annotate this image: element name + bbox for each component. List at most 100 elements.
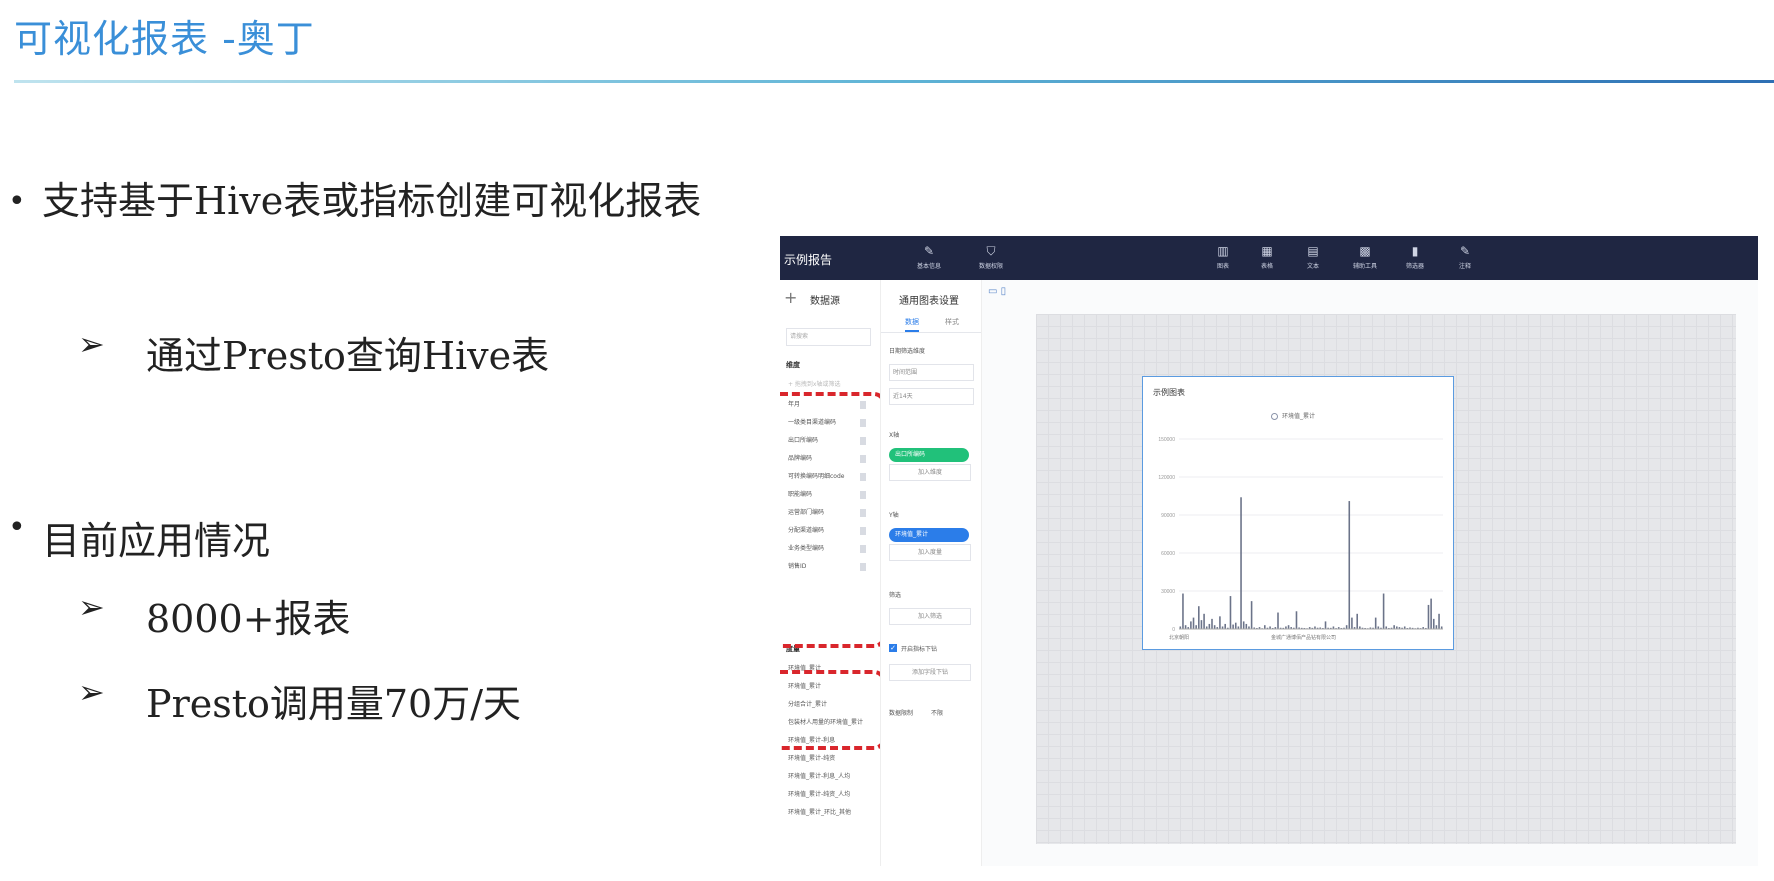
- date-range-select[interactable]: 近14天: [889, 388, 974, 405]
- bar[interactable]: [1427, 604, 1430, 629]
- bar[interactable]: [1438, 613, 1440, 629]
- measure-item[interactable]: 环境值_累计-利息_人均: [788, 770, 870, 784]
- toolbar-basic-info[interactable]: ✎ 基本信息: [912, 244, 946, 270]
- pen-icon: ✎: [923, 244, 935, 258]
- bar[interactable]: [1229, 596, 1232, 629]
- chart-card[interactable]: 示例图表 环境值_累计 0 30000 60000 90000 120000 150000…: [1142, 376, 1454, 650]
- measure-item[interactable]: 环境值_累计-纯资_人均: [788, 788, 870, 802]
- date-filter-label: 日期筛选维度: [889, 348, 926, 355]
- bar-chart: 0 30000 60000 90000 120000 150000 北京朝阳 金城广通博佰产品…: [1158, 437, 1443, 641]
- bar[interactable]: [1356, 613, 1358, 629]
- datasource-header: 数据源: [810, 296, 840, 307]
- app-toolbar: 示例报告 ✎ 基本信息 ⛉ 数据权限 ▥ 图表 ▦ 表格 ▤ 文本 ▩ 辅助工具…: [780, 236, 1758, 280]
- add-filter-button[interactable]: 加入筛选: [889, 608, 971, 625]
- sub-bullet-3-text: Presto调用量70万/天: [146, 682, 522, 726]
- bar[interactable]: [1250, 601, 1253, 629]
- x-axis-label: X轴: [889, 432, 900, 439]
- add-drilldown-button[interactable]: 添加字段下钻: [889, 664, 971, 681]
- drilldown-checkbox[interactable]: ✓: [889, 644, 897, 652]
- bar[interactable]: [1203, 613, 1205, 629]
- toolbar-tools[interactable]: ▩ 辅助工具: [1348, 244, 1382, 270]
- toolbar-note[interactable]: ✎ 注释: [1448, 244, 1482, 270]
- x-tick-label: 金城广通博佰产品钻有限公司: [1271, 634, 1336, 641]
- bar[interactable]: [1432, 618, 1435, 629]
- bar[interactable]: [1277, 612, 1279, 629]
- bar[interactable]: [1435, 625, 1438, 629]
- bar[interactable]: [1234, 622, 1237, 629]
- shield-icon: ⛉: [986, 244, 996, 258]
- settings-tabs: 数据 样式: [881, 314, 981, 333]
- y-axis-pill[interactable]: 环境值_累计: [889, 528, 969, 542]
- y-tick-label: 150000: [1158, 437, 1175, 443]
- report-name[interactable]: 示例报告: [784, 251, 832, 268]
- bar[interactable]: [1295, 611, 1298, 629]
- toolbar-data-permission[interactable]: ⛉ 数据权限: [974, 244, 1008, 270]
- bar[interactable]: [1348, 501, 1351, 629]
- x-axis-pill[interactable]: 出口所编码: [889, 448, 969, 462]
- drilldown-label: 开启指标下钻: [901, 646, 938, 653]
- bar[interactable]: [1219, 616, 1221, 629]
- y-tick-label: 0: [1172, 627, 1175, 633]
- y-tick-label: 30000: [1161, 589, 1175, 595]
- bar[interactable]: [1190, 621, 1192, 629]
- bar[interactable]: [1351, 617, 1353, 629]
- bullet-dot: •: [8, 184, 26, 219]
- time-range-field[interactable]: 时间范围: [889, 364, 974, 381]
- device-toggle[interactable]: ▭ ▯: [988, 286, 1006, 297]
- chart-icon: ▥: [1217, 244, 1229, 258]
- tab-style[interactable]: 样式: [945, 317, 959, 327]
- bar[interactable]: [1198, 606, 1200, 629]
- datasource-panel: + 数据源 请搜索 维度 + 拖拽到x轴或筛选 年月 一级类目渠道编码 出口所编码品…: [780, 280, 886, 866]
- toolbar-text[interactable]: ▤ 文本: [1296, 244, 1330, 270]
- bar[interactable]: [1182, 593, 1184, 629]
- highlight-dimensions: [780, 392, 886, 648]
- add-measure-button[interactable]: 加入度量: [889, 544, 971, 561]
- bullet-dot: •: [8, 510, 26, 545]
- bar[interactable]: [1245, 623, 1248, 629]
- add-dimension-button[interactable]: 加入维度: [889, 464, 971, 481]
- bar[interactable]: [1232, 624, 1234, 629]
- bar[interactable]: [1287, 625, 1290, 629]
- bar[interactable]: [1393, 625, 1395, 629]
- field-search-input[interactable]: 请搜索: [786, 328, 871, 346]
- text-icon: ▤: [1307, 244, 1319, 258]
- arrow-icon: ➢: [78, 588, 105, 626]
- bar[interactable]: [1324, 621, 1327, 629]
- bar[interactable]: [1211, 618, 1213, 629]
- arrow-icon: ➢: [78, 325, 105, 363]
- dimension-hint: + 拖拽到x轴或筛选: [788, 381, 841, 388]
- bar[interactable]: [1192, 617, 1195, 629]
- measure-item[interactable]: 环境值_累计-纯资: [788, 752, 870, 766]
- bar[interactable]: [1195, 625, 1197, 629]
- highlight-measures: [780, 670, 886, 750]
- bar[interactable]: [1374, 617, 1377, 629]
- bar[interactable]: [1208, 623, 1211, 629]
- bullet-1-text: 支持基于Hive表或指标创建可视化报表: [42, 179, 702, 223]
- bar[interactable]: [1224, 623, 1226, 629]
- note-icon: ✎: [1459, 244, 1471, 258]
- toolbar-filter[interactable]: ▮ 筛选器: [1398, 244, 1432, 270]
- toolbar-chart[interactable]: ▥ 图表: [1206, 244, 1240, 270]
- bar[interactable]: [1200, 620, 1203, 629]
- bar[interactable]: [1213, 625, 1216, 629]
- data-limit-label: 数据限制: [889, 710, 914, 717]
- toolbar-table[interactable]: ▦ 表格: [1250, 244, 1284, 270]
- measure-item[interactable]: 环境值_累计_环比_其他: [788, 806, 870, 820]
- bar[interactable]: [1240, 497, 1242, 629]
- add-icon[interactable]: +: [784, 288, 797, 307]
- y-axis-label: Y轴: [889, 512, 899, 519]
- bar[interactable]: [1264, 625, 1266, 629]
- table-icon: ▦: [1261, 244, 1273, 258]
- bar[interactable]: [1184, 625, 1187, 629]
- sub-bullet-1-text: 通过Presto查询Hive表: [146, 334, 550, 378]
- tab-data[interactable]: 数据: [905, 317, 919, 332]
- dimension-section: 维度: [786, 361, 800, 369]
- bar[interactable]: [1382, 593, 1385, 629]
- bar[interactable]: [1345, 625, 1348, 629]
- y-tick-label: 90000: [1161, 513, 1175, 519]
- data-limit-value[interactable]: 不限: [931, 708, 943, 717]
- y-tick-label: 120000: [1158, 475, 1175, 481]
- bullet-list: • 支持基于Hive表或指标创建可视化报表 ➢ 通过Presto查询Hive表 …: [0, 0, 760, 881]
- bar[interactable]: [1242, 621, 1245, 629]
- bar[interactable]: [1430, 598, 1432, 629]
